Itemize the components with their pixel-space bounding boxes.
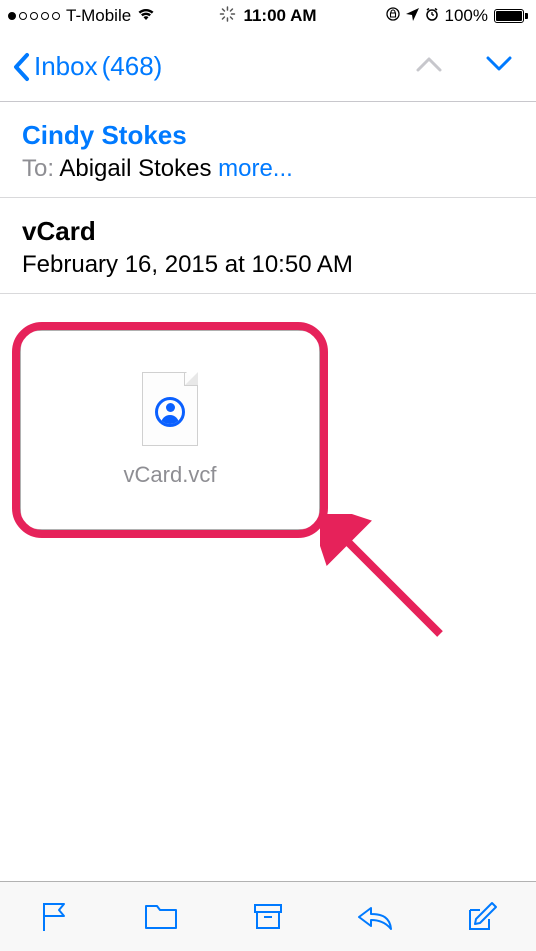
subject-label: vCard [22, 216, 514, 247]
recipient-line: To: Abigail Stokes more... [22, 155, 514, 183]
attachment-card[interactable]: vCard.vcf [20, 330, 320, 530]
reply-button[interactable] [353, 895, 397, 939]
folder-icon [143, 902, 179, 932]
attachment-container: vCard.vcf [20, 330, 320, 530]
alarm-icon [425, 6, 439, 26]
sender-name[interactable]: Cindy Stokes [22, 120, 514, 151]
battery-percent: 100% [445, 6, 488, 26]
contact-silhouette-icon [155, 397, 185, 427]
reply-icon [355, 902, 395, 932]
nav-arrows [414, 54, 524, 79]
battery-icon [494, 9, 528, 23]
bottom-toolbar [0, 881, 536, 951]
message-body: vCard.vcf [0, 294, 536, 854]
archive-button[interactable] [246, 895, 290, 939]
recipient-name[interactable]: Abigail Stokes [59, 155, 211, 182]
attachment-filename: vCard.vcf [124, 462, 217, 488]
status-bar: T-Mobile 11:00 AM 100% [0, 0, 536, 32]
back-button[interactable]: Inbox (468) [12, 51, 162, 82]
signal-strength-icon [8, 12, 60, 20]
next-message-button[interactable] [484, 54, 514, 79]
subject-block: vCard February 16, 2015 at 10:50 AM [0, 198, 536, 294]
annotation-arrow-icon [320, 514, 460, 654]
status-center: 11:00 AM [219, 6, 316, 27]
status-left: T-Mobile [8, 6, 155, 26]
wifi-icon [137, 6, 155, 26]
archive-icon [252, 902, 284, 932]
to-label: To: [22, 155, 54, 182]
back-count: (468) [102, 51, 163, 82]
prev-message-button[interactable] [414, 54, 444, 79]
vcard-file-icon [142, 372, 198, 446]
move-button[interactable] [139, 895, 183, 939]
loading-icon [219, 6, 235, 27]
flag-icon [38, 900, 70, 934]
carrier-label: T-Mobile [66, 6, 131, 26]
back-label: Inbox [34, 51, 98, 82]
message-header: Cindy Stokes To: Abigail Stokes more... [0, 102, 536, 198]
compose-button[interactable] [460, 895, 504, 939]
location-icon [406, 6, 419, 26]
clock-label: 11:00 AM [243, 6, 316, 26]
more-link[interactable]: more... [218, 155, 293, 182]
navigation-bar: Inbox (468) [0, 32, 536, 102]
chevron-up-icon [414, 54, 444, 74]
chevron-left-icon [12, 52, 30, 82]
orientation-lock-icon [386, 6, 400, 26]
date-label: February 16, 2015 at 10:50 AM [22, 251, 514, 279]
status-right: 100% [386, 6, 528, 26]
compose-icon [465, 900, 499, 934]
chevron-down-icon [484, 54, 514, 74]
flag-button[interactable] [32, 895, 76, 939]
